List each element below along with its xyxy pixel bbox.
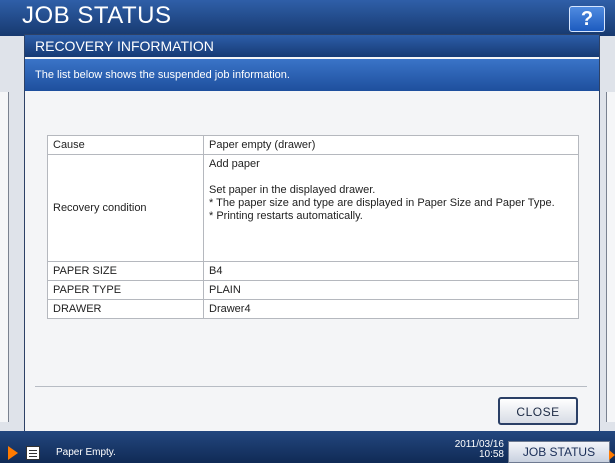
list-icon[interactable]	[26, 446, 40, 460]
table-row: Cause Paper empty (drawer)	[47, 135, 579, 155]
row-label-paper-size: PAPER SIZE	[47, 261, 204, 281]
recovery-table: Cause Paper empty (drawer) Recovery cond…	[47, 135, 579, 319]
row-value-recovery-condition: Add paper Set paper in the displayed dra…	[203, 154, 579, 262]
page-title: JOB STATUS	[22, 2, 172, 29]
row-value-paper-type: PLAIN	[203, 280, 579, 300]
dialog-divider	[35, 386, 587, 387]
recovery-information-dialog: RECOVERY INFORMATION The list below show…	[24, 34, 600, 440]
status-time: 10:58	[478, 449, 504, 460]
background-right-edge	[606, 92, 615, 422]
status-datetime: 2011/03/16 10:58	[424, 440, 504, 460]
dialog-info-text: The list below shows the suspended job i…	[25, 59, 599, 91]
row-label-paper-type: PAPER TYPE	[47, 280, 204, 300]
help-button[interactable]: ?	[569, 6, 605, 32]
dialog-title: RECOVERY INFORMATION	[25, 35, 599, 57]
row-label-drawer: DRAWER	[47, 299, 204, 319]
row-label-cause: Cause	[47, 135, 204, 155]
row-label-recovery-condition: Recovery condition	[47, 154, 204, 262]
table-row: PAPER TYPE PLAIN	[47, 280, 579, 300]
background-left-edge	[0, 92, 9, 422]
table-row: DRAWER Drawer4	[47, 299, 579, 319]
close-button[interactable]: CLOSE	[498, 397, 578, 425]
table-row: PAPER SIZE B4	[47, 261, 579, 281]
row-value-paper-size: B4	[203, 261, 579, 281]
status-message: Paper Empty.	[56, 447, 116, 458]
job-status-header: JOB STATUS	[0, 0, 615, 36]
play-icon[interactable]	[8, 446, 18, 460]
row-value-drawer: Drawer4	[203, 299, 579, 319]
row-value-cause: Paper empty (drawer)	[203, 135, 579, 155]
job-status-button[interactable]: JOB STATUS	[508, 441, 615, 463]
table-row: Recovery condition Add paper Set paper i…	[47, 154, 579, 262]
